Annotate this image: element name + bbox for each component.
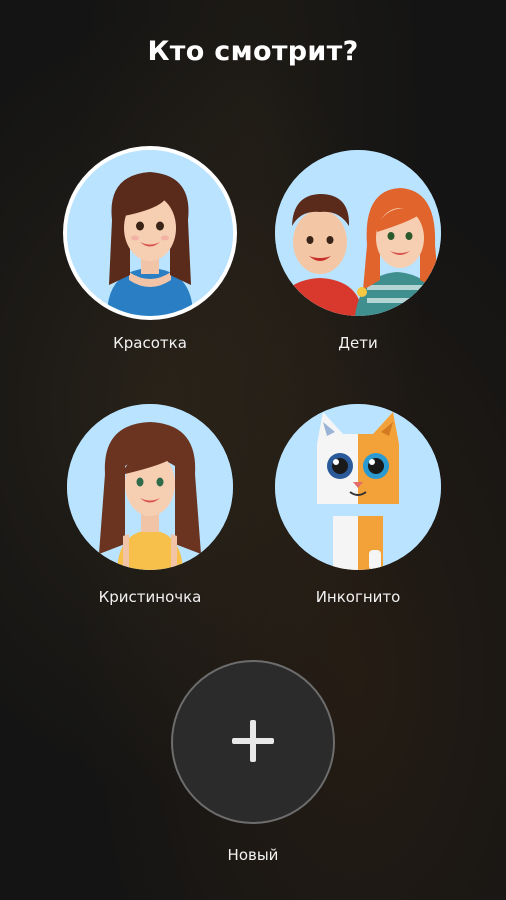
add-profile-button[interactable] <box>171 660 335 824</box>
profile-select-screen: Кто смотрит? Красотка Дети Кристиночка И… <box>0 0 506 900</box>
girl-avatar-icon[interactable] <box>67 404 233 570</box>
profile-label: Дети <box>338 334 378 352</box>
profile-card-inkognito[interactable]: Инкогнито <box>263 404 453 606</box>
cat-avatar-icon[interactable] <box>275 404 441 570</box>
profile-card-kristinochka[interactable]: Кристиночка <box>55 404 245 606</box>
woman-avatar-icon[interactable] <box>67 150 233 316</box>
page-title: Кто смотрит? <box>147 36 359 67</box>
profile-label: Кристиночка <box>98 588 202 606</box>
profile-label: Красотка <box>113 334 187 352</box>
profile-card-krasotka[interactable]: Красотка <box>55 150 245 352</box>
add-profile[interactable]: Новый <box>168 660 338 864</box>
profile-card-deti[interactable]: Дети <box>263 150 453 352</box>
kids-avatar-icon[interactable] <box>275 150 441 316</box>
add-profile-label: Новый <box>227 846 279 864</box>
profile-label: Инкогнито <box>315 588 401 606</box>
